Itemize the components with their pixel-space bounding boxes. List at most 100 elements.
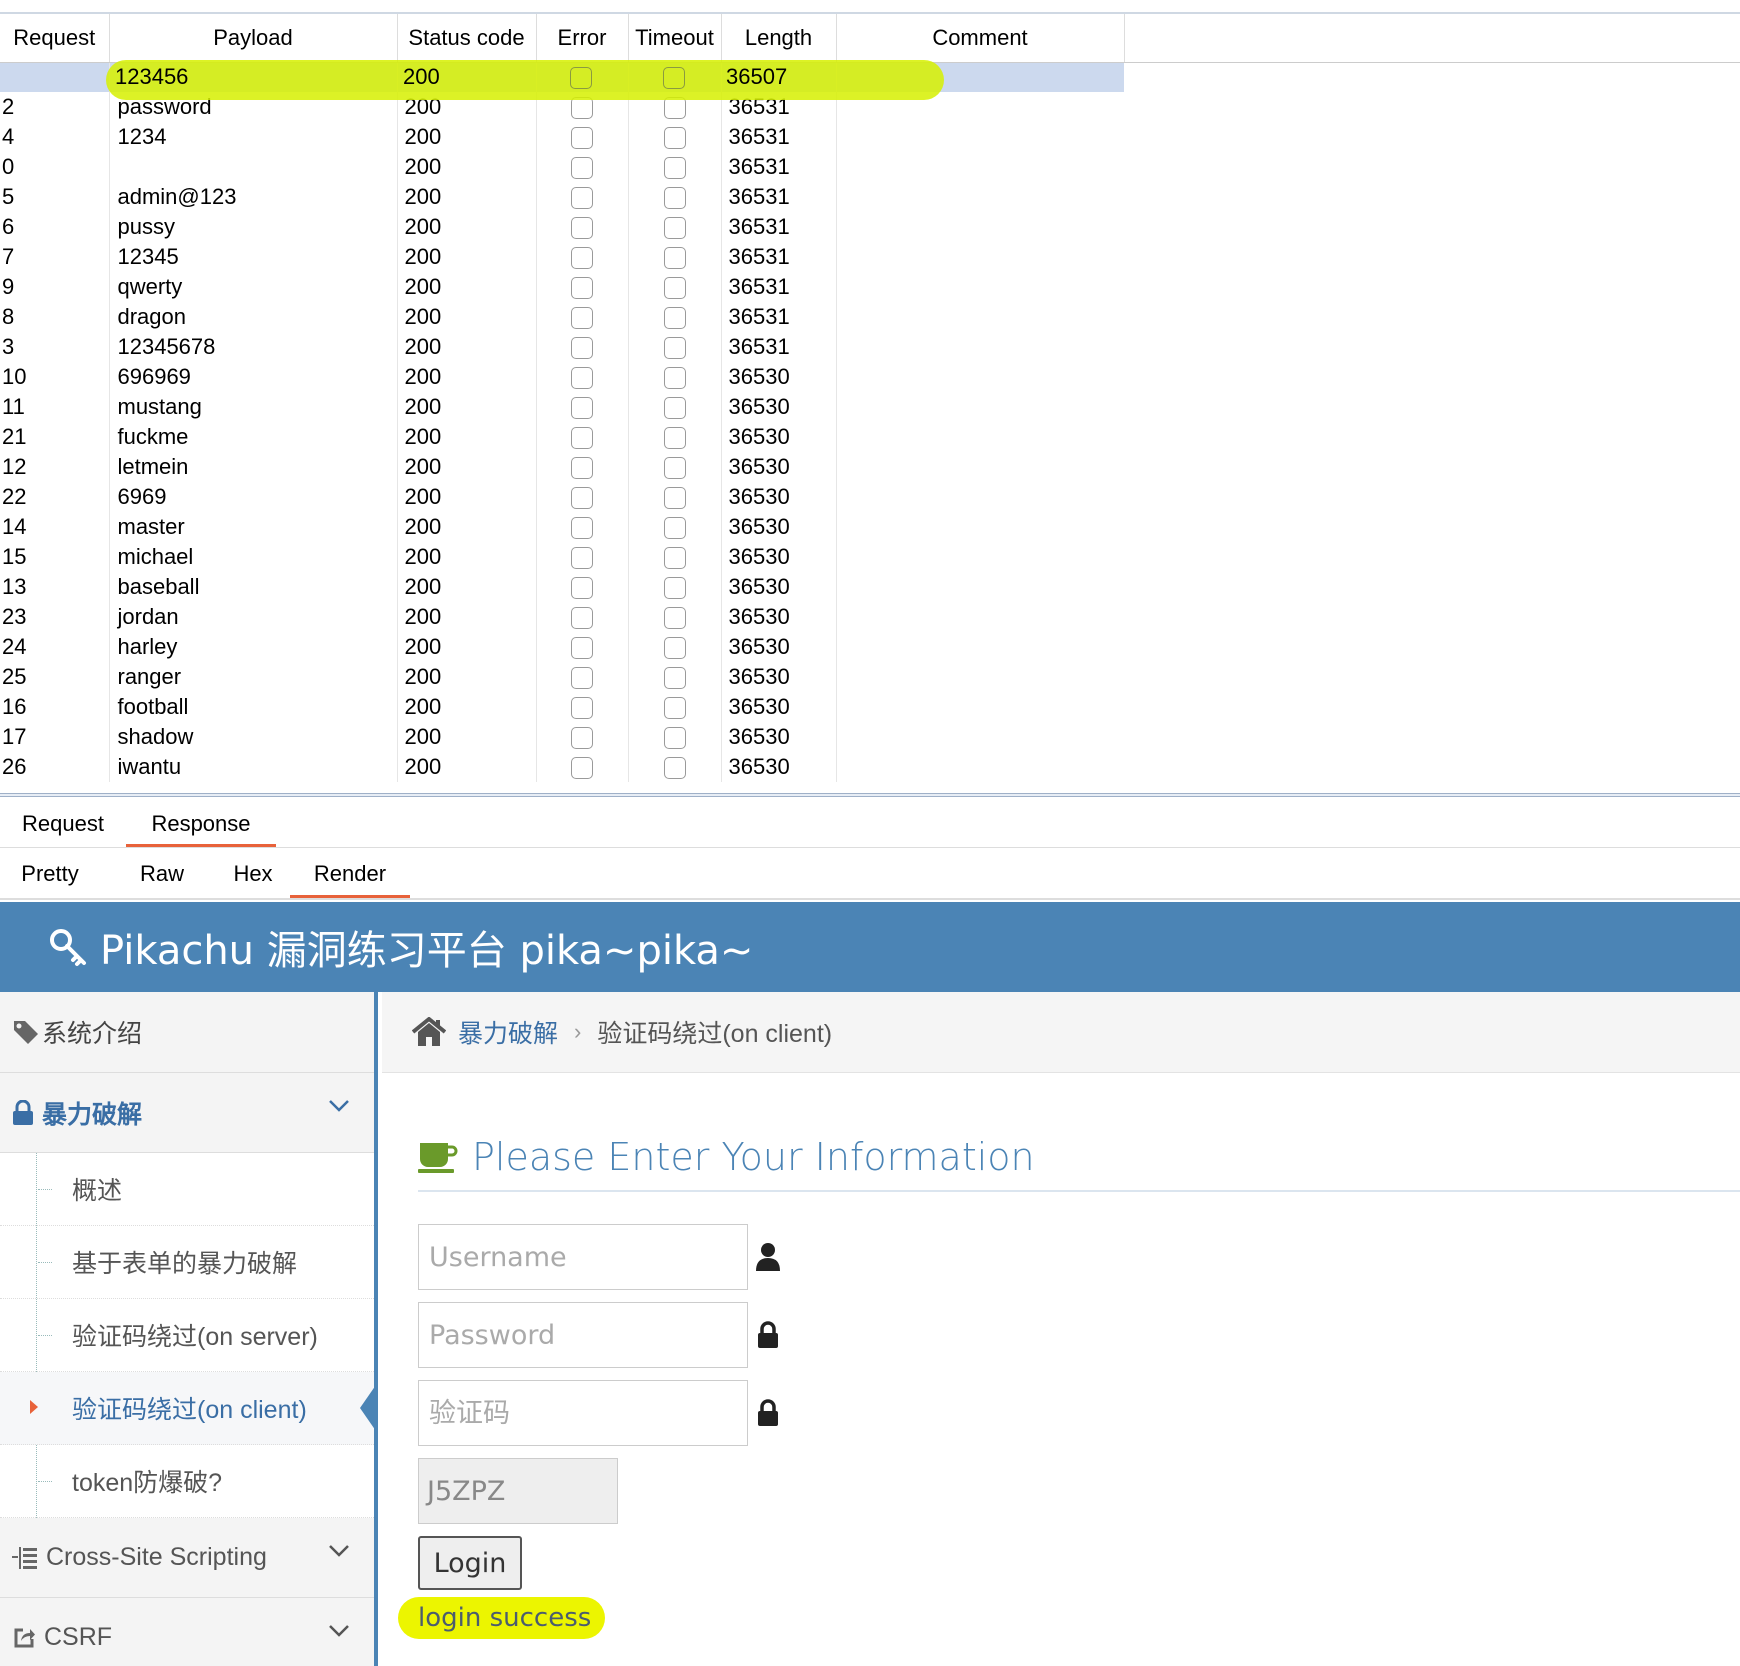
timeout-checkbox[interactable] <box>628 512 722 542</box>
error-checkbox[interactable] <box>536 122 629 152</box>
pane-splitter[interactable] <box>0 793 1740 797</box>
timeout-checkbox[interactable] <box>628 692 722 722</box>
table-row[interactable]: 12 letmein 200 36530 <box>0 452 1740 482</box>
captcha-input[interactable] <box>418 1380 748 1446</box>
column-header-length[interactable]: Length <box>721 14 837 63</box>
table-row[interactable]: 10 696969 200 36530 <box>0 362 1740 392</box>
error-checkbox[interactable] <box>536 452 629 482</box>
table-row[interactable]: 26 iwantu 200 36530 <box>0 752 1740 782</box>
tab-request[interactable]: Request <box>0 800 126 847</box>
timeout-checkbox[interactable] <box>628 212 722 242</box>
sidebar-group-csrf[interactable]: CSRF <box>0 1598 374 1666</box>
error-checkbox[interactable] <box>536 722 629 752</box>
error-checkbox[interactable] <box>536 302 629 332</box>
sidebar-item-form-brute-force[interactable]: 基于表单的暴力破解 <box>0 1226 374 1299</box>
tab-render[interactable]: Render <box>290 850 410 898</box>
column-header-status-code[interactable]: Status code <box>397 14 537 63</box>
table-row[interactable]: 16 football 200 36530 <box>0 692 1740 722</box>
error-checkbox[interactable] <box>536 752 629 782</box>
username-input[interactable] <box>418 1224 748 1290</box>
sidebar-item-token[interactable]: token防爆破? <box>0 1445 374 1518</box>
sidebar-item-overview[interactable]: 概述 <box>0 1153 374 1226</box>
error-checkbox[interactable] <box>536 662 629 692</box>
error-checkbox[interactable] <box>536 212 629 242</box>
table-row[interactable]: 22 6969 200 36530 <box>0 482 1740 512</box>
timeout-checkbox[interactable] <box>628 242 722 272</box>
timeout-checkbox[interactable] <box>628 302 722 332</box>
sidebar-group-xss[interactable]: Cross-Site Scripting <box>0 1518 374 1598</box>
error-checkbox[interactable] <box>536 362 629 392</box>
tab-hex[interactable]: Hex <box>224 850 282 898</box>
timeout-checkbox[interactable] <box>628 362 722 392</box>
sidebar-item-intro[interactable]: 系统介绍 <box>0 992 374 1073</box>
error-checkbox[interactable] <box>536 152 629 182</box>
error-checkbox[interactable] <box>536 332 629 362</box>
table-row[interactable]: 17 shadow 200 36530 <box>0 722 1740 752</box>
error-checkbox[interactable] <box>536 482 629 512</box>
error-checkbox[interactable] <box>536 392 629 422</box>
captcha-code[interactable]: J5ZPZ <box>418 1458 618 1524</box>
table-row[interactable]: 21 fuckme 200 36530 <box>0 422 1740 452</box>
timeout-checkbox[interactable] <box>628 722 722 752</box>
table-row[interactable]: 7 12345 200 36531 <box>0 242 1740 272</box>
error-checkbox[interactable] <box>536 512 629 542</box>
table-row[interactable]: 9 qwerty 200 36531 <box>0 272 1740 302</box>
timeout-checkbox[interactable] <box>628 602 722 632</box>
timeout-checkbox[interactable] <box>628 632 722 662</box>
table-row[interactable]: 24 harley 200 36530 <box>0 632 1740 662</box>
timeout-checkbox[interactable] <box>628 572 722 602</box>
password-input[interactable] <box>418 1302 748 1368</box>
column-header-payload[interactable]: Payload <box>109 14 398 63</box>
timeout-checkbox[interactable] <box>628 452 722 482</box>
timeout-checkbox[interactable] <box>628 122 722 152</box>
blank-cell <box>1124 332 1740 362</box>
login-button[interactable]: Login <box>418 1536 522 1590</box>
table-row[interactable]: 11 mustang 200 36530 <box>0 392 1740 422</box>
table-row[interactable]: 14 master 200 36530 <box>0 512 1740 542</box>
error-checkbox[interactable] <box>536 572 629 602</box>
timeout-checkbox[interactable] <box>628 272 722 302</box>
column-header-timeout[interactable]: Timeout <box>628 14 722 63</box>
error-checkbox[interactable] <box>536 692 629 722</box>
timeout-checkbox[interactable] <box>628 482 722 512</box>
table-row[interactable]: 4 1234 200 36531 <box>0 122 1740 152</box>
timeout-checkbox[interactable] <box>628 662 722 692</box>
table-row[interactable]: 6 pussy 200 36531 <box>0 212 1740 242</box>
error-checkbox[interactable] <box>536 242 629 272</box>
table-row[interactable]: 25 ranger 200 36530 <box>0 662 1740 692</box>
highlighted-length: 36507 <box>726 64 788 89</box>
sidebar-group-brute-force[interactable]: 暴力破解 <box>0 1073 374 1153</box>
timeout-checkbox[interactable] <box>628 422 722 452</box>
timeout-checkbox[interactable] <box>628 392 722 422</box>
timeout-checkbox[interactable] <box>628 752 722 782</box>
table-row[interactable]: 0 200 36531 <box>0 152 1740 182</box>
error-checkbox[interactable] <box>536 422 629 452</box>
table-row[interactable]: 23 jordan 200 36530 <box>0 602 1740 632</box>
tab-response[interactable]: Response <box>126 800 276 847</box>
table-row[interactable]: 3 12345678 200 36531 <box>0 332 1740 362</box>
column-header-error[interactable]: Error <box>536 14 629 63</box>
sidebar-item-captcha-client[interactable]: 验证码绕过(on client) <box>0 1372 378 1445</box>
error-checkbox[interactable] <box>536 602 629 632</box>
error-checkbox[interactable] <box>536 632 629 662</box>
table-row[interactable]: 5 admin@123 200 36531 <box>0 182 1740 212</box>
error-checkbox[interactable] <box>536 272 629 302</box>
sidebar-item-captcha-server[interactable]: 验证码绕过(on server) <box>0 1299 374 1372</box>
breadcrumb-link[interactable]: 暴力破解 <box>458 1014 558 1050</box>
table-row[interactable]: 15 michael 200 36530 <box>0 542 1740 572</box>
column-header-comment[interactable]: Comment <box>836 14 1125 63</box>
timeout-checkbox[interactable] <box>628 182 722 212</box>
timeout-checkbox[interactable] <box>628 542 722 572</box>
tab-pretty[interactable]: Pretty <box>0 850 100 898</box>
table-row[interactable]: 8 dragon 200 36531 <box>0 302 1740 332</box>
error-checkbox[interactable] <box>536 542 629 572</box>
column-header-request[interactable]: Request <box>0 14 110 63</box>
timeout-checkbox[interactable] <box>628 152 722 182</box>
comment-cell <box>836 482 1124 512</box>
home-icon[interactable] <box>412 1017 446 1047</box>
site-title[interactable]: Pikachu 漏洞练习平台 pika~pika~ <box>100 918 753 976</box>
table-row[interactable]: 13 baseball 200 36530 <box>0 572 1740 602</box>
error-checkbox[interactable] <box>536 182 629 212</box>
tab-raw[interactable]: Raw <box>100 850 224 898</box>
timeout-checkbox[interactable] <box>628 332 722 362</box>
